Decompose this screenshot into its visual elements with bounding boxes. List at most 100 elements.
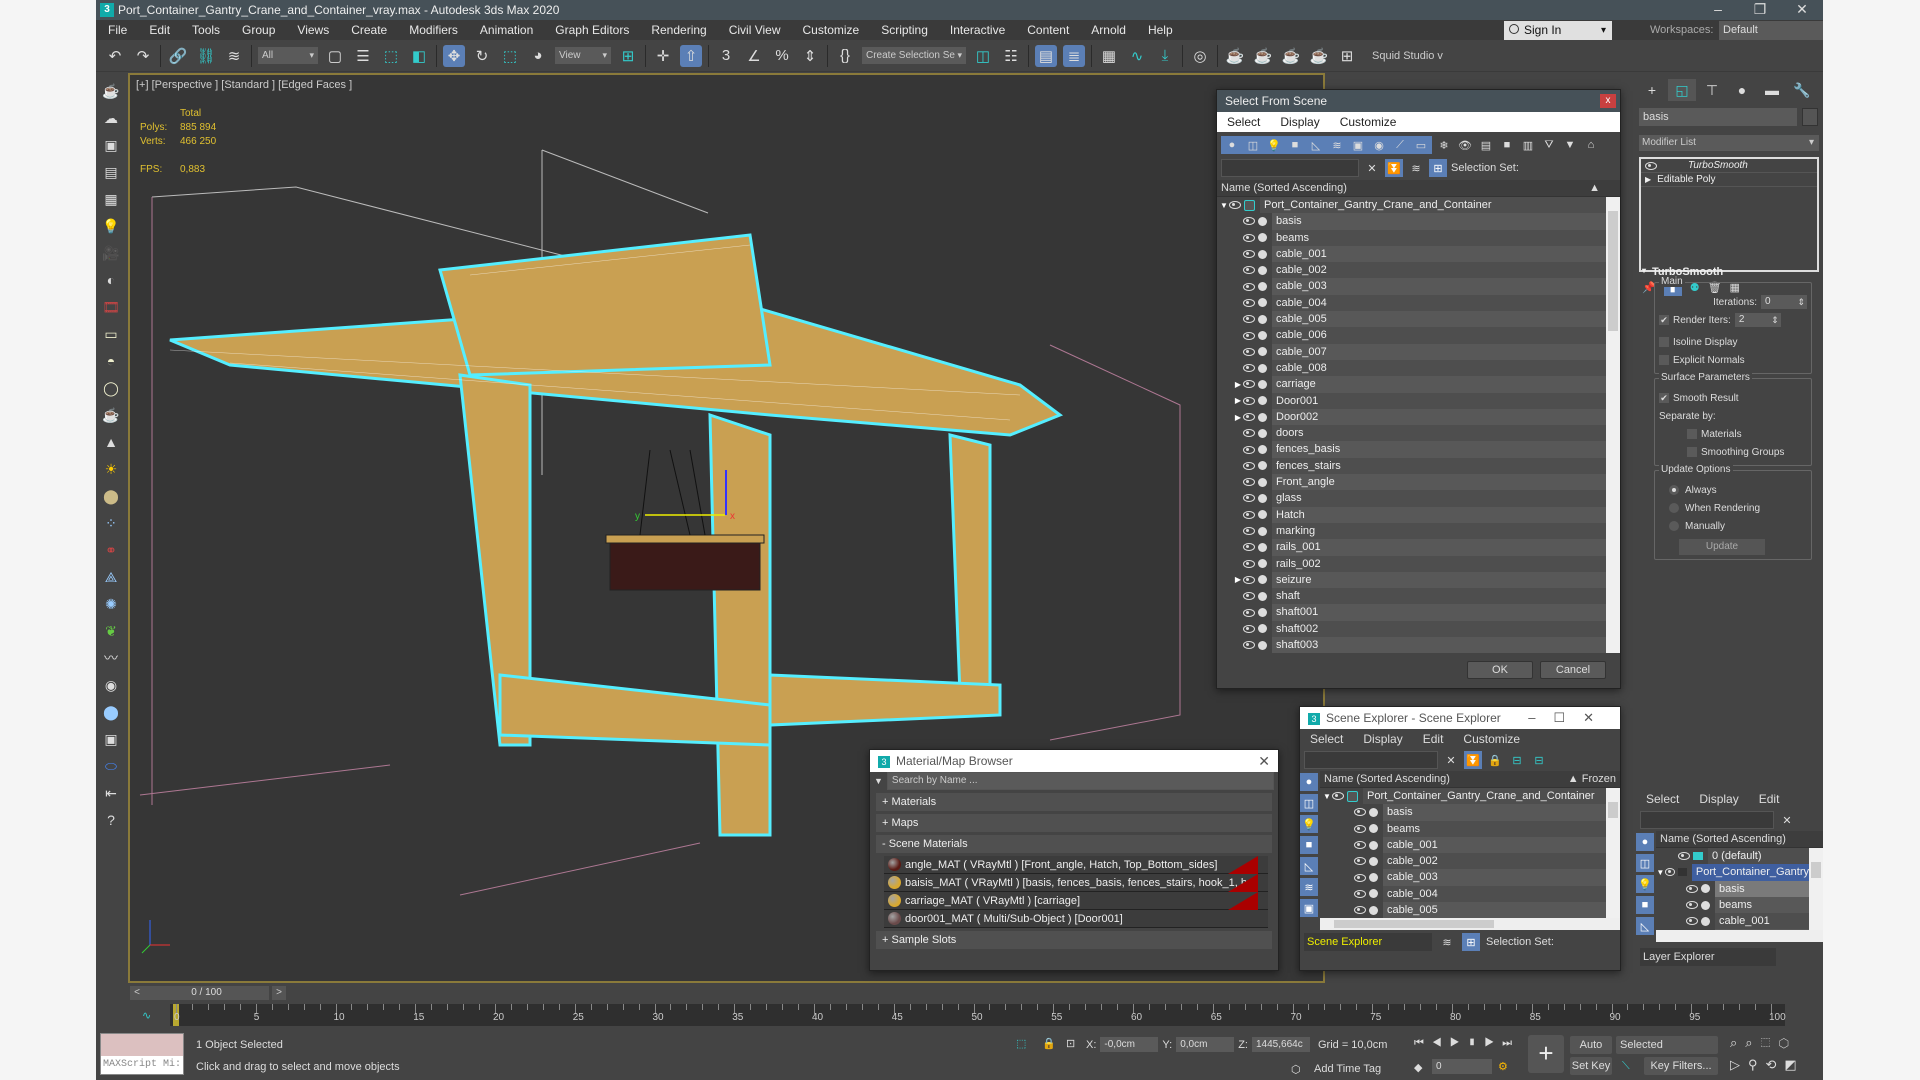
modify-tab-icon[interactable]: ◱ — [1668, 79, 1696, 101]
motion-tab-icon[interactable]: ● — [1728, 79, 1756, 101]
containers-filter-icon[interactable]: ▭ — [1412, 136, 1430, 154]
clear-search-icon[interactable]: ✕ — [1363, 159, 1381, 177]
stack-item-turbosmooth[interactable]: TurboSmooth — [1641, 159, 1817, 173]
snap-toggle-icon[interactable]: 3 — [715, 45, 737, 67]
menu-edit[interactable]: Edit — [1749, 792, 1790, 806]
object-color-swatch[interactable] — [1802, 108, 1818, 126]
menu-content[interactable]: Content — [1015, 23, 1079, 37]
visibility-eye-icon[interactable] — [1243, 445, 1255, 454]
visibility-eye-icon[interactable] — [1243, 559, 1255, 568]
menu-tools[interactable]: Tools — [180, 23, 230, 37]
pivot-center-icon[interactable]: ⊞ — [617, 45, 639, 67]
panel-icon[interactable]: ▤ — [100, 161, 122, 183]
time-slider[interactable]: 0 / 100 — [144, 986, 269, 1000]
ref-coord-dropdown[interactable]: View — [555, 47, 611, 64]
redo-icon[interactable]: ↷ — [132, 45, 154, 67]
ribbon-toggle-icon[interactable]: ▦ — [1098, 45, 1120, 67]
schematic-view-icon[interactable]: ⤓ — [1154, 45, 1176, 67]
ok-button[interactable]: OK — [1467, 661, 1533, 679]
visibility-eye-icon[interactable] — [1243, 266, 1255, 275]
key-mode-dropdown[interactable]: Selected — [1616, 1036, 1718, 1054]
add-time-tag[interactable]: Add Time Tag — [1314, 1063, 1381, 1075]
tree-row[interactable]: Front_angle — [1217, 474, 1606, 491]
dialog-title-bar[interactable]: 3 Scene Explorer - Scene Explorer –☐✕ — [1300, 707, 1620, 729]
select-by-name-icon[interactable]: ☰ — [352, 45, 374, 67]
hierarchy-icon[interactable]: ⊞ — [1462, 933, 1480, 951]
minimize-button[interactable]: – — [1697, 0, 1739, 18]
visibility-eye-icon[interactable] — [1354, 808, 1366, 817]
tree-row[interactable]: cable_008 — [1217, 359, 1606, 377]
default-in-out-tangent-icon[interactable]: ⟍ — [1622, 1060, 1630, 1073]
menu-graph-editors[interactable]: Graph Editors — [543, 23, 639, 37]
tree-row[interactable]: ▶ seizure — [1217, 571, 1606, 589]
auto-key-button[interactable]: Auto Key — [1570, 1036, 1612, 1069]
menu-select[interactable]: Select — [1636, 792, 1689, 806]
expand-toggle-icon[interactable]: ▼ — [1656, 868, 1665, 877]
light-icon[interactable]: 💡 — [100, 215, 122, 237]
visibility-eye-icon[interactable] — [1243, 396, 1255, 405]
film-camera-icon[interactable]: 🎞 — [100, 296, 122, 318]
cameras-filter-icon[interactable]: ■ — [1286, 136, 1304, 154]
help-icon[interactable]: ? — [100, 809, 122, 831]
select-invert-icon[interactable]: ▥ — [1519, 136, 1537, 154]
sample-slots-section[interactable]: + Sample Slots — [876, 931, 1272, 949]
menu-display[interactable]: Display — [1689, 792, 1748, 806]
visibility-eye-icon[interactable] — [1243, 527, 1255, 536]
materials-section[interactable]: + Materials — [876, 793, 1272, 811]
selection-lock-icon[interactable]: 🔒 — [1042, 1037, 1056, 1050]
find-filter-icon[interactable]: ⏬ — [1385, 159, 1403, 177]
expand-toggle-icon[interactable]: ▼ — [1322, 792, 1332, 801]
menu-create[interactable]: Create — [339, 23, 397, 37]
scene-material-item[interactable]: door001_MAT ( Multi/Sub-Object ) [Door00… — [884, 910, 1268, 928]
utilities-tab-icon[interactable]: 🔧 — [1788, 79, 1816, 101]
tree-row[interactable]: cable_003 — [1217, 278, 1606, 295]
tree-row[interactable]: shaft — [1217, 588, 1606, 605]
visibility-eye-icon[interactable] — [1243, 331, 1255, 340]
tree-row[interactable]: cable_003 — [1320, 869, 1606, 886]
visibility-eye-icon[interactable] — [1243, 494, 1255, 503]
time-config-toggle-icon[interactable]: ◆ — [1414, 1061, 1422, 1074]
visibility-eye-icon[interactable] — [1354, 857, 1366, 866]
current-frame-field[interactable]: 0 — [1432, 1059, 1492, 1074]
menu-display[interactable]: Display — [1270, 115, 1329, 129]
materials-checkbox[interactable] — [1687, 429, 1697, 439]
expand-all-icon[interactable]: ⊟ — [1508, 751, 1526, 769]
geometry-filter-icon[interactable]: ● — [1223, 136, 1241, 154]
vertical-scrollbar[interactable] — [1606, 788, 1620, 918]
lights-filter-icon[interactable]: 💡 — [1265, 136, 1283, 154]
restore-button[interactable]: ❐ — [1739, 0, 1781, 18]
menu-scripting[interactable]: Scripting — [869, 23, 938, 37]
collapse-all-icon[interactable]: ⊟ — [1530, 751, 1548, 769]
visibility-eye-icon[interactable] — [1243, 641, 1255, 650]
layer-filter-icon[interactable]: ⌂ — [1582, 136, 1600, 154]
menu-customize[interactable]: Customize — [791, 23, 870, 37]
viewport-navigation-controls[interactable]: ⌕⌕⬚⬡ — [1730, 1035, 1797, 1051]
horizontal-scrollbar[interactable] — [1320, 918, 1620, 930]
tree-row[interactable]: shaft002 — [1217, 620, 1606, 638]
visibility-eye-icon[interactable] — [1243, 413, 1255, 421]
when-rendering-radio[interactable] — [1669, 503, 1679, 513]
menu-interactive[interactable]: Interactive — [938, 23, 1015, 37]
tree-row[interactable]: rails_002 — [1217, 555, 1606, 572]
material-search-input[interactable]: Search by Name ... — [886, 772, 1274, 790]
lock-icon[interactable]: 🔒 — [1486, 751, 1504, 769]
hierarchy-icon[interactable]: ⊞ — [1429, 159, 1447, 177]
grass-icon[interactable]: ❦ — [100, 620, 122, 642]
tree-row[interactable]: cable_004 — [1320, 885, 1606, 903]
explicit-normals-checkbox[interactable] — [1659, 355, 1669, 365]
isolate-selection-icon[interactable]: ⬚ — [1016, 1037, 1026, 1050]
spacewarps-filter-icon[interactable]: ≋ — [1300, 878, 1318, 896]
import-icon[interactable]: ⇤ — [100, 782, 122, 804]
dome-light-icon[interactable]: ◓ — [100, 350, 122, 372]
isoline-display-checkbox[interactable] — [1659, 337, 1669, 347]
time-tag-icon[interactable]: ⬡ — [1291, 1063, 1301, 1076]
visibility-eye-icon[interactable] — [1243, 364, 1255, 373]
manually-radio[interactable] — [1669, 521, 1679, 531]
tree-row-root[interactable]: ▼ Port_Container_Gantry_Crane_and_Contain… — [1320, 788, 1606, 805]
visibility-eye-icon[interactable] — [1243, 347, 1255, 356]
filter-icon[interactable]: ▼ — [1561, 136, 1579, 154]
key-filters-button[interactable]: Key Filters... — [1644, 1057, 1718, 1075]
menu-select[interactable]: Select — [1300, 732, 1353, 746]
helpers-filter-icon[interactable]: ◺ — [1636, 917, 1654, 935]
layers-icon[interactable]: ≋ — [1407, 159, 1425, 177]
